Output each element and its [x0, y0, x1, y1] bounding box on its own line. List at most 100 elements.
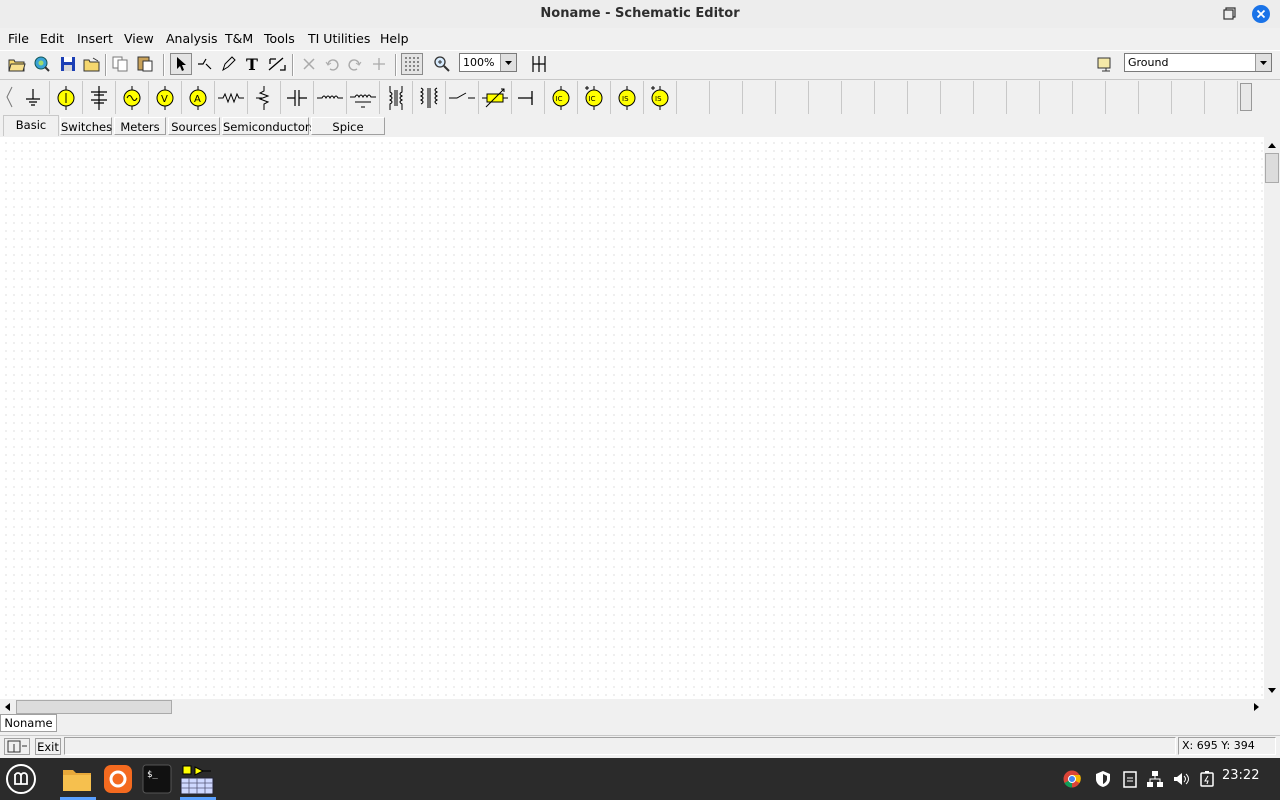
battery-icon[interactable]: [1199, 770, 1217, 788]
cursor-coordinates: X: 695 Y: 394: [1178, 737, 1276, 755]
tab-sources[interactable]: Sources: [168, 117, 220, 135]
vertical-scrollbar[interactable]: [1264, 137, 1280, 699]
firefox-icon[interactable]: [101, 762, 135, 796]
current-source-ic-icon[interactable]: IC: [545, 81, 578, 114]
palette-slot-empty: [875, 81, 908, 114]
menu-help[interactable]: Help: [380, 28, 409, 50]
toolbar-separator: [292, 54, 294, 76]
transformer-icon[interactable]: [380, 81, 413, 114]
ideal-transformer-icon[interactable]: [413, 81, 446, 114]
inductor-icon[interactable]: [314, 81, 347, 114]
document-tab[interactable]: Noname: [0, 714, 57, 732]
zoom-select[interactable]: 100%: [459, 53, 517, 72]
menu-tm[interactable]: T&M: [225, 28, 253, 50]
ammeter-icon[interactable]: A: [182, 81, 215, 114]
files-icon[interactable]: [60, 762, 94, 796]
palette-scroll-left-icon[interactable]: [4, 83, 14, 111]
menu-file[interactable]: File: [8, 28, 29, 50]
grid-toggle-icon[interactable]: [401, 53, 423, 75]
coupled-inductor-icon[interactable]: [347, 81, 380, 114]
volume-icon[interactable]: [1172, 770, 1190, 788]
zoom-value: 100%: [463, 56, 495, 69]
delete-icon[interactable]: [298, 53, 320, 75]
palette-slot-empty: [710, 81, 743, 114]
diode-line-icon[interactable]: [512, 81, 545, 114]
palette-slot-empty: [1040, 81, 1073, 114]
menu-tools[interactable]: Tools: [264, 28, 295, 50]
open-icon[interactable]: [6, 53, 28, 75]
current-source-is-icon[interactable]: IS: [611, 81, 644, 114]
undo-icon[interactable]: [321, 53, 343, 75]
horizontal-scroll-thumb[interactable]: [16, 700, 172, 714]
current-source-is2-icon[interactable]: IS: [644, 81, 677, 114]
edit-icon[interactable]: [266, 53, 288, 75]
clipboard-icon[interactable]: [1121, 770, 1139, 788]
terminal-icon[interactable]: $_: [140, 762, 174, 796]
tab-meters[interactable]: Meters: [114, 117, 166, 135]
menu-bar: File Edit Insert View Analysis T&M Tools…: [0, 28, 1280, 50]
chevron-down-icon[interactable]: [500, 54, 516, 71]
wire-icon[interactable]: [193, 53, 215, 75]
palette-slot-empty: [743, 81, 776, 114]
ground-tool-icon[interactable]: [1095, 53, 1117, 75]
schematic-app-icon[interactable]: [180, 762, 214, 796]
shield-icon[interactable]: [1094, 770, 1112, 788]
switch-icon[interactable]: [446, 81, 479, 114]
vertical-scroll-thumb[interactable]: [1265, 153, 1279, 183]
variable-resistor-icon[interactable]: [479, 81, 512, 114]
svg-text:A: A: [194, 94, 201, 105]
resistor-icon[interactable]: [215, 81, 248, 114]
chrome-icon[interactable]: [1063, 770, 1081, 788]
battery-icon[interactable]: [50, 81, 83, 114]
select-arrow-icon[interactable]: [170, 53, 192, 75]
ground-select-value: Ground: [1128, 56, 1169, 69]
voltage-generator-icon[interactable]: [116, 81, 149, 114]
tab-semiconductors[interactable]: Semiconductors: [222, 117, 316, 135]
toolbar-separator: [395, 54, 397, 76]
tab-basic[interactable]: Basic: [3, 115, 59, 136]
current-source-ic2-icon[interactable]: IC: [578, 81, 611, 114]
palette-scroll-right-icon[interactable]: [1240, 83, 1252, 111]
voltmeter-icon[interactable]: V: [149, 81, 182, 114]
capacitor-bank-icon[interactable]: [83, 81, 116, 114]
menu-edit[interactable]: Edit: [40, 28, 64, 50]
text-icon[interactable]: T: [241, 53, 263, 75]
capacitor-icon[interactable]: [281, 81, 314, 114]
wire-tool-icon[interactable]: [4, 738, 30, 755]
chevron-down-icon[interactable]: [1255, 54, 1271, 71]
pencil-icon[interactable]: [217, 53, 239, 75]
ground-select[interactable]: Ground: [1124, 53, 1272, 72]
status-message: [64, 737, 1176, 755]
potentiometer-icon[interactable]: [248, 81, 281, 114]
menu-ti-utilities[interactable]: TI Utilities: [308, 28, 370, 50]
schematic-canvas[interactable]: [0, 137, 1264, 699]
component-palette: V A IC IC IS IS: [0, 79, 1280, 116]
palette-slot-empty: [1172, 81, 1205, 114]
svg-text:IS: IS: [622, 95, 629, 103]
tab-switches[interactable]: Switches: [60, 117, 112, 135]
palette-slot-empty: [1139, 81, 1172, 114]
tab-spice-macros[interactable]: Spice Macros: [311, 117, 385, 152]
close-icon[interactable]: [1252, 5, 1270, 23]
menu-insert[interactable]: Insert: [77, 28, 113, 50]
junction-icon[interactable]: [368, 53, 390, 75]
open-folder-icon[interactable]: [81, 53, 103, 75]
open-example-icon[interactable]: [31, 53, 53, 75]
mirror-icon[interactable]: [528, 53, 550, 75]
zoom-icon[interactable]: [431, 53, 453, 75]
window-title: Noname - Schematic Editor: [540, 6, 740, 21]
horizontal-scrollbar[interactable]: [0, 699, 1280, 715]
ground-icon[interactable]: [17, 81, 50, 114]
svg-text:V: V: [161, 94, 168, 105]
svg-text:T: T: [246, 55, 258, 73]
redo-icon[interactable]: [344, 53, 366, 75]
restore-icon[interactable]: [1221, 6, 1237, 22]
copy-icon[interactable]: [109, 53, 131, 75]
exit-button[interactable]: Exit: [35, 738, 61, 755]
paste-icon[interactable]: [134, 53, 156, 75]
menu-view[interactable]: View: [124, 28, 154, 50]
network-icon[interactable]: [1146, 770, 1164, 788]
save-icon[interactable]: [57, 53, 79, 75]
mint-menu-icon[interactable]: [4, 762, 38, 796]
menu-analysis[interactable]: Analysis: [166, 28, 218, 50]
